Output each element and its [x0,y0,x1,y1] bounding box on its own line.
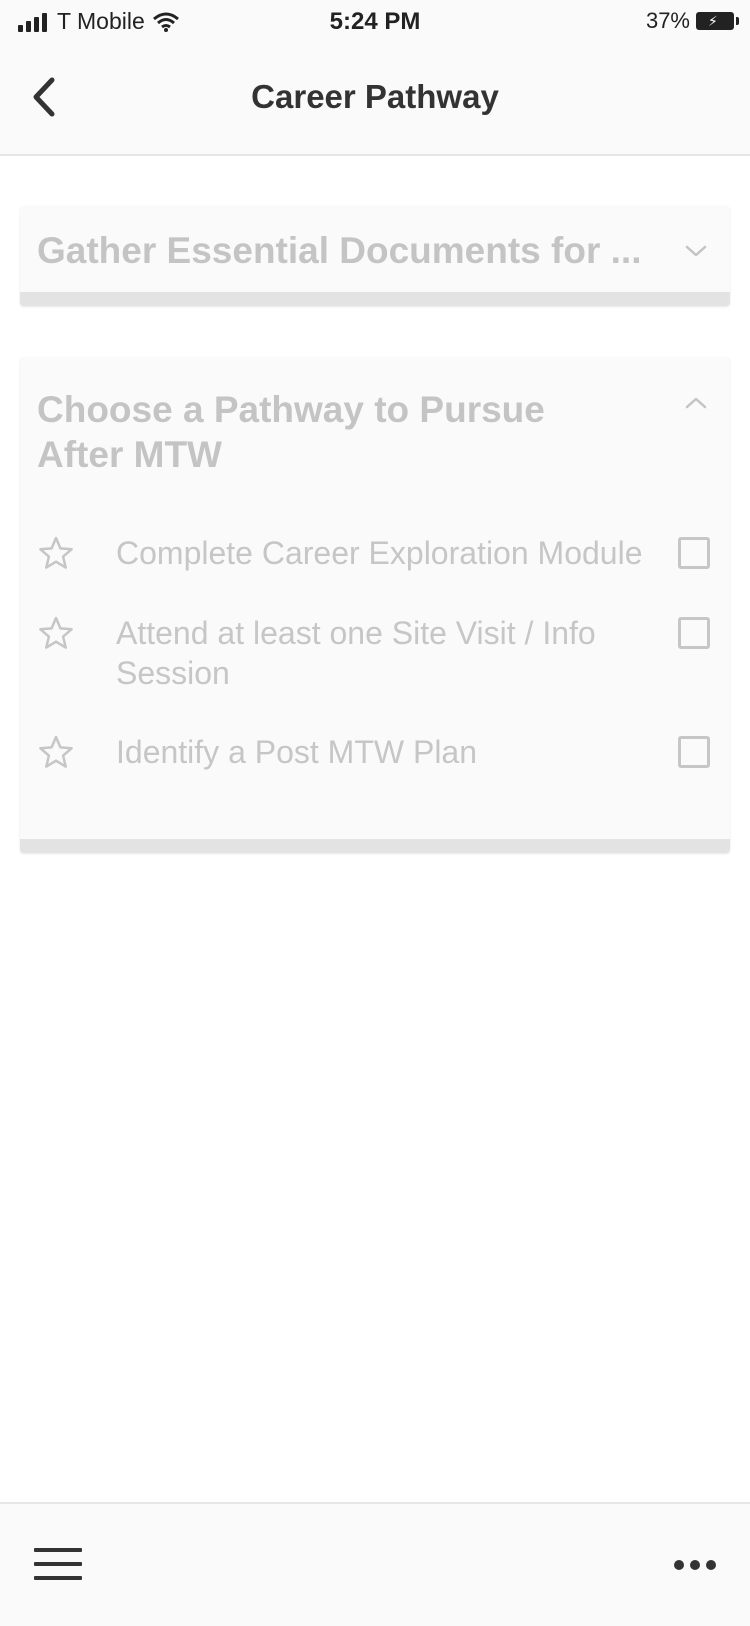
battery-icon: ⚡ [696,12,739,30]
hamburger-menu-icon[interactable] [34,1548,82,1584]
task-label: Identify a Post MTW Plan [116,734,478,770]
page-title: Career Pathway [251,78,499,115]
star-outline-icon[interactable] [38,734,74,770]
chevron-up-icon[interactable] [680,387,712,419]
more-options-icon[interactable] [674,1560,716,1570]
task-label: Attend at least one Site Visit / Info Se… [116,615,596,691]
star-outline-icon[interactable] [38,615,74,651]
section-card-pathway[interactable]: Choose a Pathway to Pursue After MTW Com… [20,357,730,853]
task-checkbox[interactable] [678,537,710,569]
section-title: Choose a Pathway to Pursue After MTW [37,389,545,475]
status-right: 37% ⚡ [645,8,739,34]
chevron-down-icon[interactable] [680,235,712,267]
status-time: 5:24 PM [329,8,421,35]
battery-percentage: 37% [645,8,690,33]
task-checkbox[interactable] [678,617,710,649]
navigation-header: Career Pathway [0,44,750,156]
section-card-documents[interactable]: Gather Essential Documents for ... [20,206,730,306]
bottom-toolbar [0,1502,750,1626]
star-outline-icon[interactable] [38,535,74,571]
status-bar: T Mobile 5:24 PM 37% ⚡ [0,0,750,44]
task-checkbox[interactable] [678,736,710,768]
task-label: Complete Career Exploration Module [116,535,643,571]
section-title: Gather Essential Documents for ... [37,230,642,271]
